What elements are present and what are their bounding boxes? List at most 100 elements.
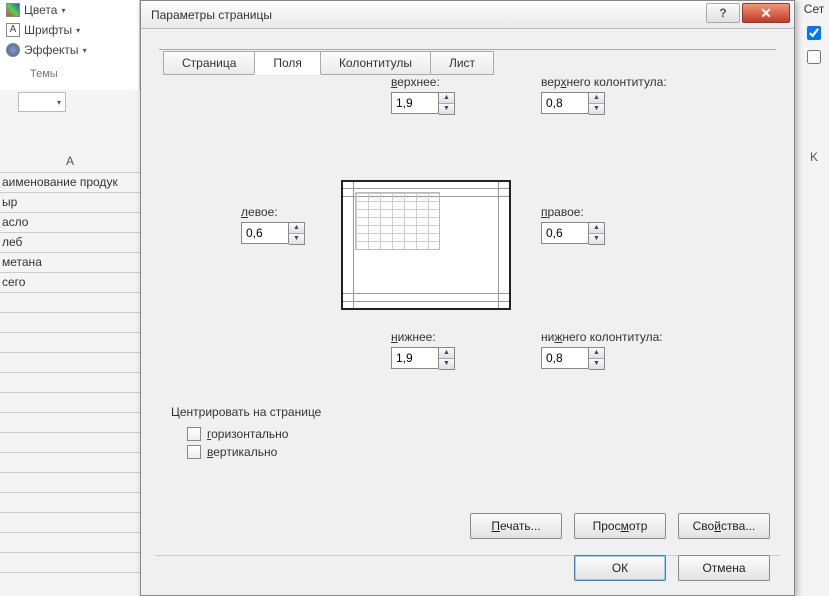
footer-margin-input[interactable] xyxy=(541,347,589,369)
tab-margins[interactable]: Поля xyxy=(254,51,321,75)
cell[interactable] xyxy=(0,313,140,333)
ribbon-themes-group: Цвета ▾ А Шрифты ▾ Эффекты ▾ Темы ▾ xyxy=(0,0,140,90)
cell[interactable] xyxy=(0,393,140,413)
spin-up-icon[interactable]: ▲ xyxy=(439,93,454,104)
spin-up-icon[interactable]: ▲ xyxy=(289,223,304,234)
effects-icon xyxy=(6,43,20,57)
right-panel-checkbox-1[interactable] xyxy=(807,26,821,40)
cell[interactable] xyxy=(0,533,140,553)
cell[interactable] xyxy=(0,293,140,313)
styles-dropdown[interactable]: ▾ xyxy=(18,92,66,112)
cell[interactable]: ыр xyxy=(0,193,140,213)
ribbon-effects[interactable]: Эффекты ▾ xyxy=(0,40,139,60)
checkbox-icon xyxy=(187,445,201,459)
cell[interactable]: метана xyxy=(0,253,140,273)
spin-down-icon[interactable]: ▼ xyxy=(289,234,304,244)
cancel-button[interactable]: Отмена xyxy=(678,555,770,581)
action-button-row: Печать... Просмотр Свойства... xyxy=(470,513,770,539)
close-icon: ✕ xyxy=(760,5,772,22)
header-margin-label: верхнего колонтитула: xyxy=(541,75,667,89)
close-button[interactable]: ✕ xyxy=(742,3,790,23)
tab-sheet[interactable]: Лист xyxy=(430,51,494,75)
font-icon: А xyxy=(6,23,20,37)
bottom-margin-label: нижнее: xyxy=(391,330,455,344)
checkbox-icon xyxy=(187,427,201,441)
center-on-page-group: Центрировать на странице горизонтально в… xyxy=(171,405,321,463)
palette-icon xyxy=(6,3,20,17)
cell[interactable] xyxy=(0,473,140,493)
properties-button[interactable]: Свойства... xyxy=(678,513,770,539)
top-margin-spinner[interactable]: ▲▼ xyxy=(391,92,455,115)
preview-button[interactable]: Просмотр xyxy=(574,513,666,539)
tabstrip: Страница Поля Колонтитулы Лист xyxy=(141,29,794,75)
dialog-titlebar[interactable]: Параметры страницы ? ✕ xyxy=(141,1,794,29)
cell[interactable] xyxy=(0,413,140,433)
chevron-down-icon: ▾ xyxy=(83,46,87,55)
cell[interactable]: асло xyxy=(0,213,140,233)
left-margin-spinner[interactable]: ▲▼ xyxy=(241,222,305,245)
chevron-down-icon: ▾ xyxy=(76,26,80,35)
spin-down-icon[interactable]: ▼ xyxy=(589,234,604,244)
header-margin-spinner[interactable]: ▲▼ xyxy=(541,92,667,115)
cell[interactable] xyxy=(0,373,140,393)
column-header-k[interactable]: K xyxy=(803,150,825,164)
spin-up-icon[interactable]: ▲ xyxy=(439,348,454,359)
cell[interactable] xyxy=(0,453,140,473)
header-margin-input[interactable] xyxy=(541,92,589,114)
page-preview xyxy=(341,180,511,310)
left-margin-input[interactable] xyxy=(241,222,289,244)
cell[interactable]: леб xyxy=(0,233,140,253)
column-header-a[interactable]: A xyxy=(0,150,140,173)
right-panel-label: Сет xyxy=(804,2,824,16)
cell[interactable] xyxy=(0,553,140,573)
spin-up-icon[interactable]: ▲ xyxy=(589,93,604,104)
print-button[interactable]: Печать... xyxy=(470,513,562,539)
ribbon-fonts-label: Шрифты xyxy=(24,23,72,37)
bottom-margin-spinner[interactable]: ▲▼ xyxy=(391,347,455,370)
center-vertical-checkbox[interactable]: вертикально xyxy=(187,445,321,459)
top-margin-label: верхнее: xyxy=(391,75,455,89)
right-margin-spinner[interactable]: ▲▼ xyxy=(541,222,605,245)
spin-down-icon[interactable]: ▼ xyxy=(439,104,454,114)
ribbon-colors-label: Цвета xyxy=(24,3,57,17)
cell[interactable]: сего xyxy=(0,273,140,293)
spin-up-icon[interactable]: ▲ xyxy=(589,223,604,234)
ribbon-colors[interactable]: Цвета ▾ xyxy=(0,0,139,20)
bottom-margin-input[interactable] xyxy=(391,347,439,369)
themes-group-label: Темы xyxy=(0,60,139,80)
ok-button[interactable]: ОК xyxy=(574,555,666,581)
center-group-label: Центрировать на странице xyxy=(171,405,321,419)
tab-headers[interactable]: Колонтитулы xyxy=(320,51,431,75)
help-icon: ? xyxy=(719,6,726,20)
help-button[interactable]: ? xyxy=(706,3,740,23)
spin-down-icon[interactable]: ▼ xyxy=(589,359,604,369)
footer-margin-label: нижнего колонтитула: xyxy=(541,330,663,344)
center-horizontal-label: горизонтально xyxy=(207,427,288,441)
chevron-down-icon: ▾ xyxy=(57,98,61,107)
ribbon-fonts[interactable]: А Шрифты ▾ xyxy=(0,20,139,40)
right-panel-checkbox-2[interactable] xyxy=(807,50,821,64)
cell[interactable]: аименование продук xyxy=(0,173,140,193)
top-margin-input[interactable] xyxy=(391,92,439,114)
spin-down-icon[interactable]: ▼ xyxy=(439,359,454,369)
tab-divider xyxy=(159,49,776,50)
tab-page[interactable]: Страница xyxy=(163,51,255,75)
spin-down-icon[interactable]: ▼ xyxy=(589,104,604,114)
worksheet-partial: A аименование продукыраслолебметанасего xyxy=(0,150,140,573)
cell[interactable] xyxy=(0,333,140,353)
cell[interactable] xyxy=(0,433,140,453)
cell[interactable] xyxy=(0,493,140,513)
dialog-title: Параметры страницы xyxy=(151,8,272,22)
spin-up-icon[interactable]: ▲ xyxy=(589,348,604,359)
page-setup-dialog: Параметры страницы ? ✕ Страница Поля Кол… xyxy=(140,0,795,596)
center-vertical-label: вертикально xyxy=(207,445,277,459)
right-margin-input[interactable] xyxy=(541,222,589,244)
footer-margin-spinner[interactable]: ▲▼ xyxy=(541,347,663,370)
left-margin-label: левое: xyxy=(241,205,305,219)
cell[interactable] xyxy=(0,353,140,373)
center-horizontal-checkbox[interactable]: горизонтально xyxy=(187,427,321,441)
dialog-button-row: ОК Отмена xyxy=(574,555,770,581)
ribbon-effects-label: Эффекты xyxy=(24,43,79,57)
chevron-down-icon: ▾ xyxy=(61,6,65,15)
cell[interactable] xyxy=(0,513,140,533)
